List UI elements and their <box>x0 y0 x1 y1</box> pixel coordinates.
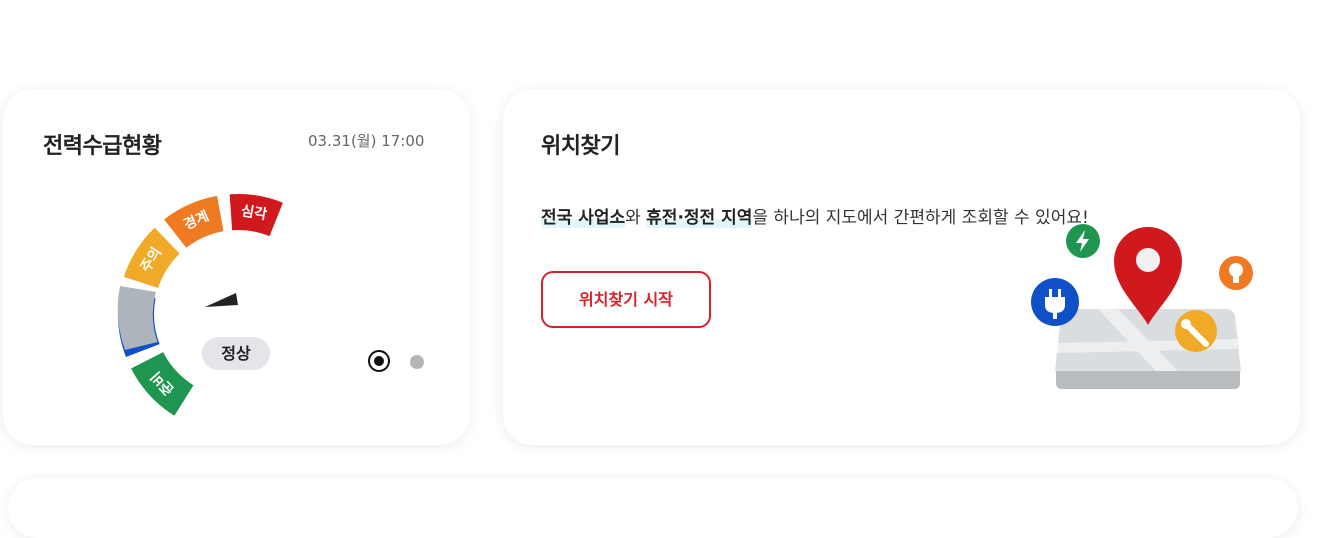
desc-highlight-outage: 휴전·정전 지역 <box>646 208 753 228</box>
location-finder-card: 위치찾기 전국 사업소와 휴전·정전 지역을 하나의 지도에서 간편하게 조회할… <box>503 89 1300 445</box>
location-finder-description: 전국 사업소와 휴전·정전 지역을 하나의 지도에서 간편하게 조회할 수 있어… <box>541 203 1089 228</box>
carousel-dot-active[interactable] <box>368 350 390 372</box>
desc-highlight-offices: 전국 사업소 <box>541 208 626 228</box>
lightbulb-icon <box>1219 256 1253 290</box>
power-status-badge: 정상 <box>202 337 270 370</box>
power-gauge: 준비관심주의경계심각 <box>117 194 283 416</box>
wrench-icon <box>1175 310 1217 352</box>
location-finder-start-button[interactable]: 위치찾기 시작 <box>541 271 711 328</box>
power-supply-card: 전력수급현황 03.31(월) 17:00 준비관심주의경계심각 정상 <box>3 89 470 445</box>
next-card-partial <box>8 478 1298 538</box>
gauge-normal-segment <box>117 286 158 350</box>
plug-icon <box>1031 278 1079 326</box>
lightning-icon <box>1066 224 1100 258</box>
carousel-dot[interactable] <box>410 355 424 369</box>
desc-text: 와 <box>625 208 647 228</box>
map-illustration <box>1031 224 1253 389</box>
gauge-needle <box>205 293 238 307</box>
location-finder-title: 위치찾기 <box>541 134 620 159</box>
